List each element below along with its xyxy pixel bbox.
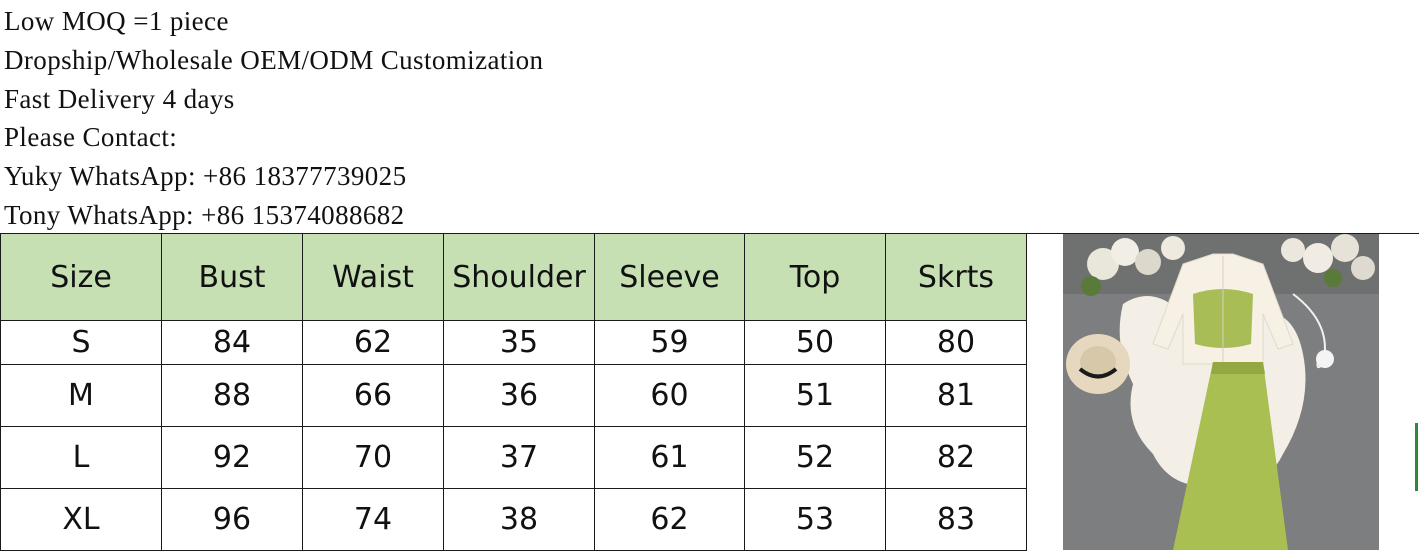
header-bust: Bust: [161, 233, 303, 321]
straw-hat: [1066, 334, 1130, 394]
size-chart-table: Size Bust Waist Shoulder Sleeve Top Skrt…: [0, 233, 1027, 551]
moq-line: Low MOQ =1 piece: [4, 6, 229, 36]
cell-size: XL: [0, 488, 162, 551]
table-row: S 84 62 35 59 50 80: [0, 320, 1027, 365]
cell-shoulder: 37: [443, 426, 595, 489]
cell-top: 53: [744, 488, 886, 551]
cell-sleeve: 62: [594, 488, 745, 551]
cell-sleeve: 61: [594, 426, 745, 489]
cell-top: 52: [744, 426, 886, 489]
table-row: XL 96 74 38 62 53 83: [0, 488, 1027, 551]
cell-waist: 66: [302, 364, 444, 427]
cell-sleeve: 60: [594, 364, 745, 427]
header-top: Top: [744, 233, 886, 321]
whatsapp-yuky[interactable]: Yuky WhatsApp: +86 18377739025: [4, 157, 543, 196]
cell-bust: 84: [161, 320, 303, 365]
contact-heading: Please Contact:: [4, 122, 178, 153]
cell-waist: 62: [302, 320, 444, 365]
cell-size: S: [0, 320, 162, 365]
header-waist: Waist: [302, 233, 444, 321]
table-row: M 88 66 36 60 51 81: [0, 364, 1027, 427]
services-line: Dropship/Wholesale OEM/ODM Customization: [4, 44, 544, 75]
cell-skirts: 82: [885, 426, 1027, 489]
cell-shoulder: 38: [443, 488, 595, 551]
cell-bust: 88: [161, 364, 303, 427]
cell-waist: 70: [302, 426, 444, 489]
header-shoulder: Shoulder: [443, 233, 595, 321]
cell-size: M: [0, 364, 162, 427]
edge-mark: [1415, 423, 1418, 491]
cell-skirts: 83: [885, 488, 1027, 551]
cell-bust: 92: [161, 426, 303, 489]
whatsapp-tony[interactable]: Tony WhatsApp: +86 15374088682: [4, 196, 543, 235]
cell-top: 51: [744, 364, 886, 427]
cell-top: 50: [744, 320, 886, 365]
product-photo: [1063, 234, 1379, 550]
header-row: Size Bust Waist Shoulder Sleeve Top Skrt…: [0, 233, 1027, 321]
table-row: L 92 70 37 61 52 82: [0, 426, 1027, 489]
cell-waist: 74: [302, 488, 444, 551]
skirt-waistband: [1211, 362, 1265, 374]
cell-shoulder: 35: [443, 320, 595, 365]
cell-size: L: [0, 426, 162, 489]
cell-bust: 96: [161, 488, 303, 551]
header-sleeve: Sleeve: [594, 233, 745, 321]
header-size: Size: [0, 233, 162, 321]
header-skirts: Skrts: [885, 233, 1027, 321]
cell-skirts: 80: [885, 320, 1027, 365]
cell-skirts: 81: [885, 364, 1027, 427]
contact-info: Low MOQ =1 piece Dropship/Wholesale OEM/…: [4, 2, 543, 235]
delivery-line: Fast Delivery 4 days: [4, 83, 235, 114]
flower-pendant: [1316, 350, 1334, 368]
cell-shoulder: 36: [443, 364, 595, 427]
cell-sleeve: 59: [594, 320, 745, 365]
